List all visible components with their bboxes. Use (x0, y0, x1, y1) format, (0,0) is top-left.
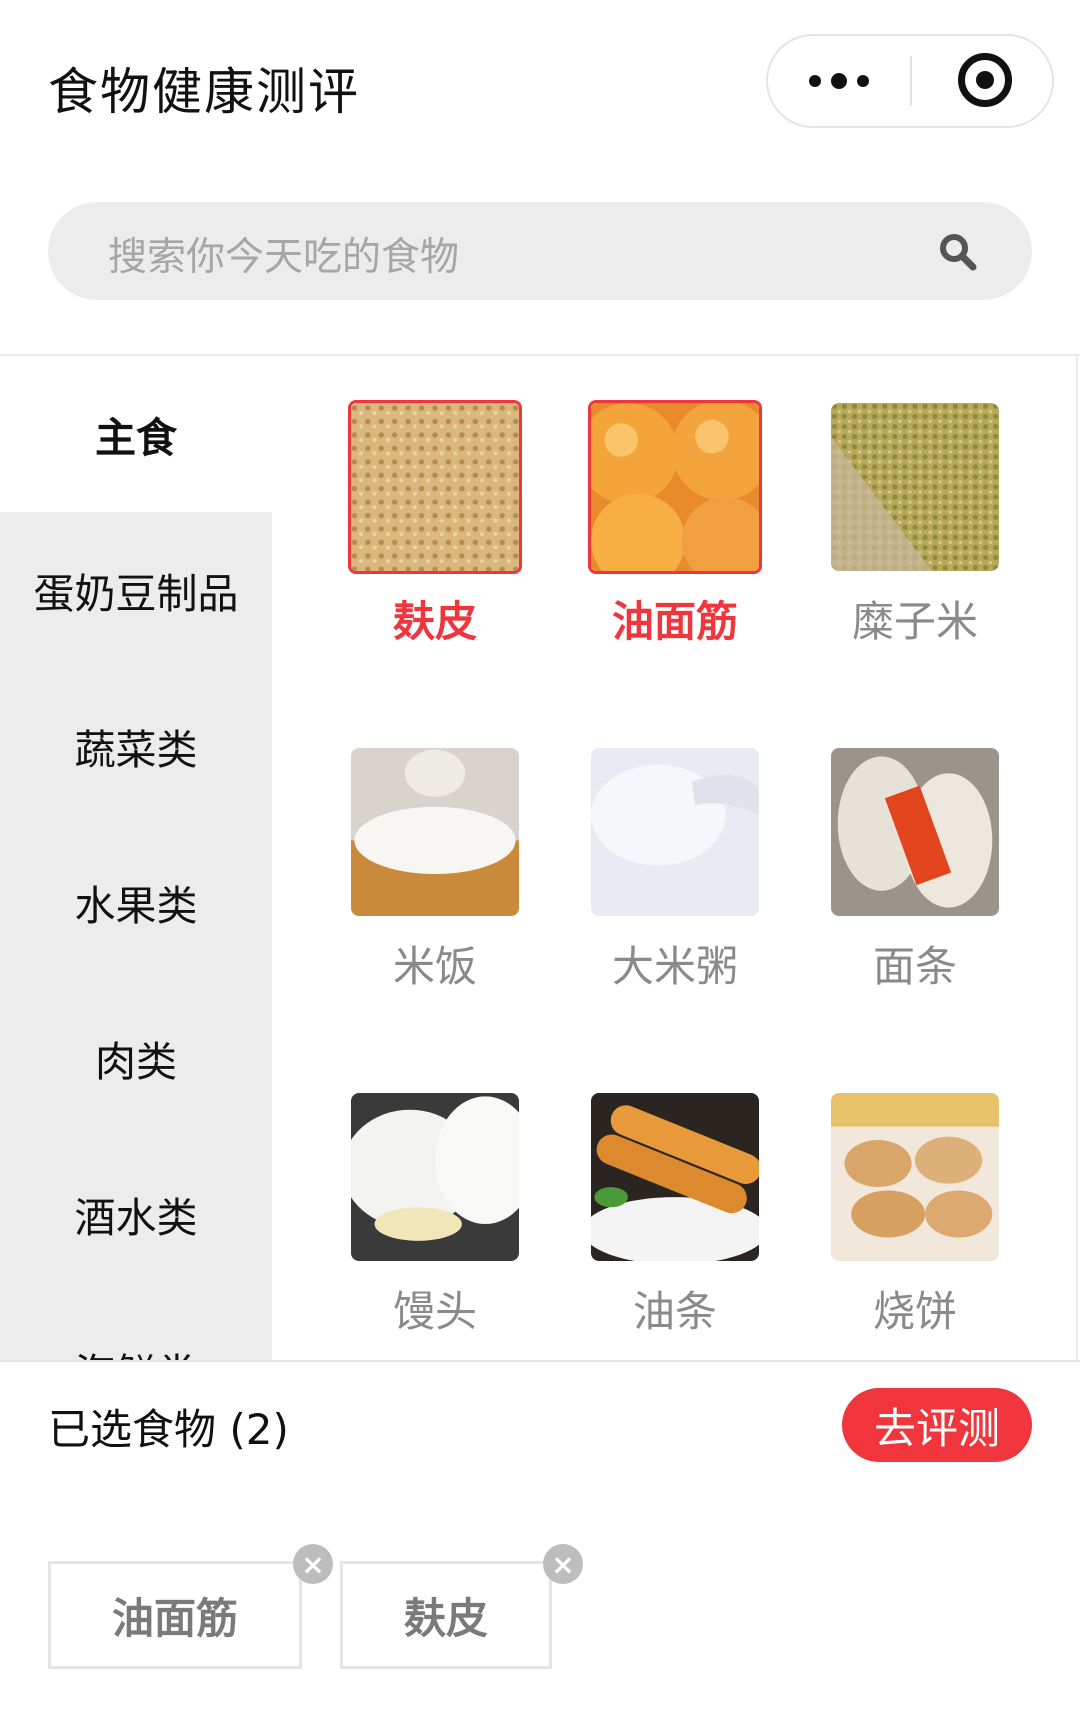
food-item-steamed-bun[interactable]: 馒头 (348, 1090, 528, 1360)
capsule-divider (910, 56, 912, 106)
food-name: 油面筋 (611, 597, 738, 646)
sidebar-item-seafood[interactable]: 海鲜类 (0, 1292, 272, 1360)
food-image (351, 748, 519, 916)
selected-foods-title: 已选食物 (2) (48, 1405, 289, 1454)
content-border (1076, 356, 1078, 1360)
food-item-rice-porridge[interactable]: 大米粥 (588, 745, 768, 1015)
food-image (831, 403, 999, 571)
sidebar-item-egg-dairy-soy[interactable]: 蛋奶豆制品 (0, 512, 272, 668)
food-name: 米饭 (392, 942, 477, 991)
sidebar-item-fruits[interactable]: 水果类 (0, 824, 272, 980)
food-image (831, 748, 999, 916)
remove-icon[interactable]: × (543, 1544, 583, 1584)
target-icon[interactable] (958, 53, 1012, 107)
food-name: 麸皮 (392, 597, 477, 646)
nav-bar: 食物健康测评 (0, 0, 1080, 165)
food-name: 油条 (632, 1287, 717, 1336)
search-bar[interactable]: 搜索你今天吃的食物 (48, 202, 1032, 300)
category-sidebar: 主食 蛋奶豆制品 蔬菜类 水果类 肉类 酒水类 海鲜类 (0, 356, 272, 1360)
sidebar-item-staple[interactable]: 主食 (0, 356, 272, 512)
food-image (348, 400, 522, 574)
selected-chip-oil-gluten[interactable]: 油面筋 × (48, 1544, 333, 1669)
food-item-oil-gluten[interactable]: 油面筋 (588, 400, 768, 670)
chip-label: 麸皮 (403, 1593, 488, 1643)
food-name: 馒头 (392, 1287, 477, 1336)
search-icon[interactable] (936, 230, 980, 274)
remove-icon[interactable]: × (293, 1544, 333, 1584)
food-name: 糜子米 (851, 597, 978, 646)
more-dots-icon[interactable] (768, 36, 910, 126)
sidebar-item-drinks[interactable]: 酒水类 (0, 1136, 272, 1292)
food-image (831, 1093, 999, 1261)
food-image (591, 748, 759, 916)
food-name: 大米粥 (611, 942, 738, 991)
food-item-rice[interactable]: 米饭 (348, 745, 528, 1015)
food-image (588, 400, 762, 574)
chip-label: 油面筋 (111, 1593, 238, 1643)
food-name: 面条 (872, 942, 957, 991)
food-item-fried-dough-stick[interactable]: 油条 (588, 1090, 768, 1360)
food-item-sesame-cake[interactable]: 烧饼 (828, 1090, 1008, 1360)
evaluate-button[interactable]: 去评测 (842, 1388, 1032, 1462)
sidebar-item-vegetables[interactable]: 蔬菜类 (0, 668, 272, 824)
sidebar-item-meat[interactable]: 肉类 (0, 980, 272, 1136)
food-image (351, 1093, 519, 1261)
selected-chip-bran[interactable]: 麸皮 × (340, 1544, 583, 1669)
food-item-millet[interactable]: 糜子米 (828, 400, 1008, 670)
food-image (591, 1093, 759, 1261)
selected-foods-panel: 已选食物 (2) 去评测 油面筋 × 麸皮 × (0, 1360, 1080, 1729)
mini-program-capsule (766, 34, 1054, 128)
search-placeholder: 搜索你今天吃的食物 (108, 235, 460, 280)
food-item-bran[interactable]: 麸皮 (348, 400, 528, 670)
food-item-noodles[interactable]: 面条 (828, 745, 1008, 1015)
food-name: 烧饼 (872, 1287, 957, 1336)
page-title: 食物健康测评 (48, 63, 360, 121)
